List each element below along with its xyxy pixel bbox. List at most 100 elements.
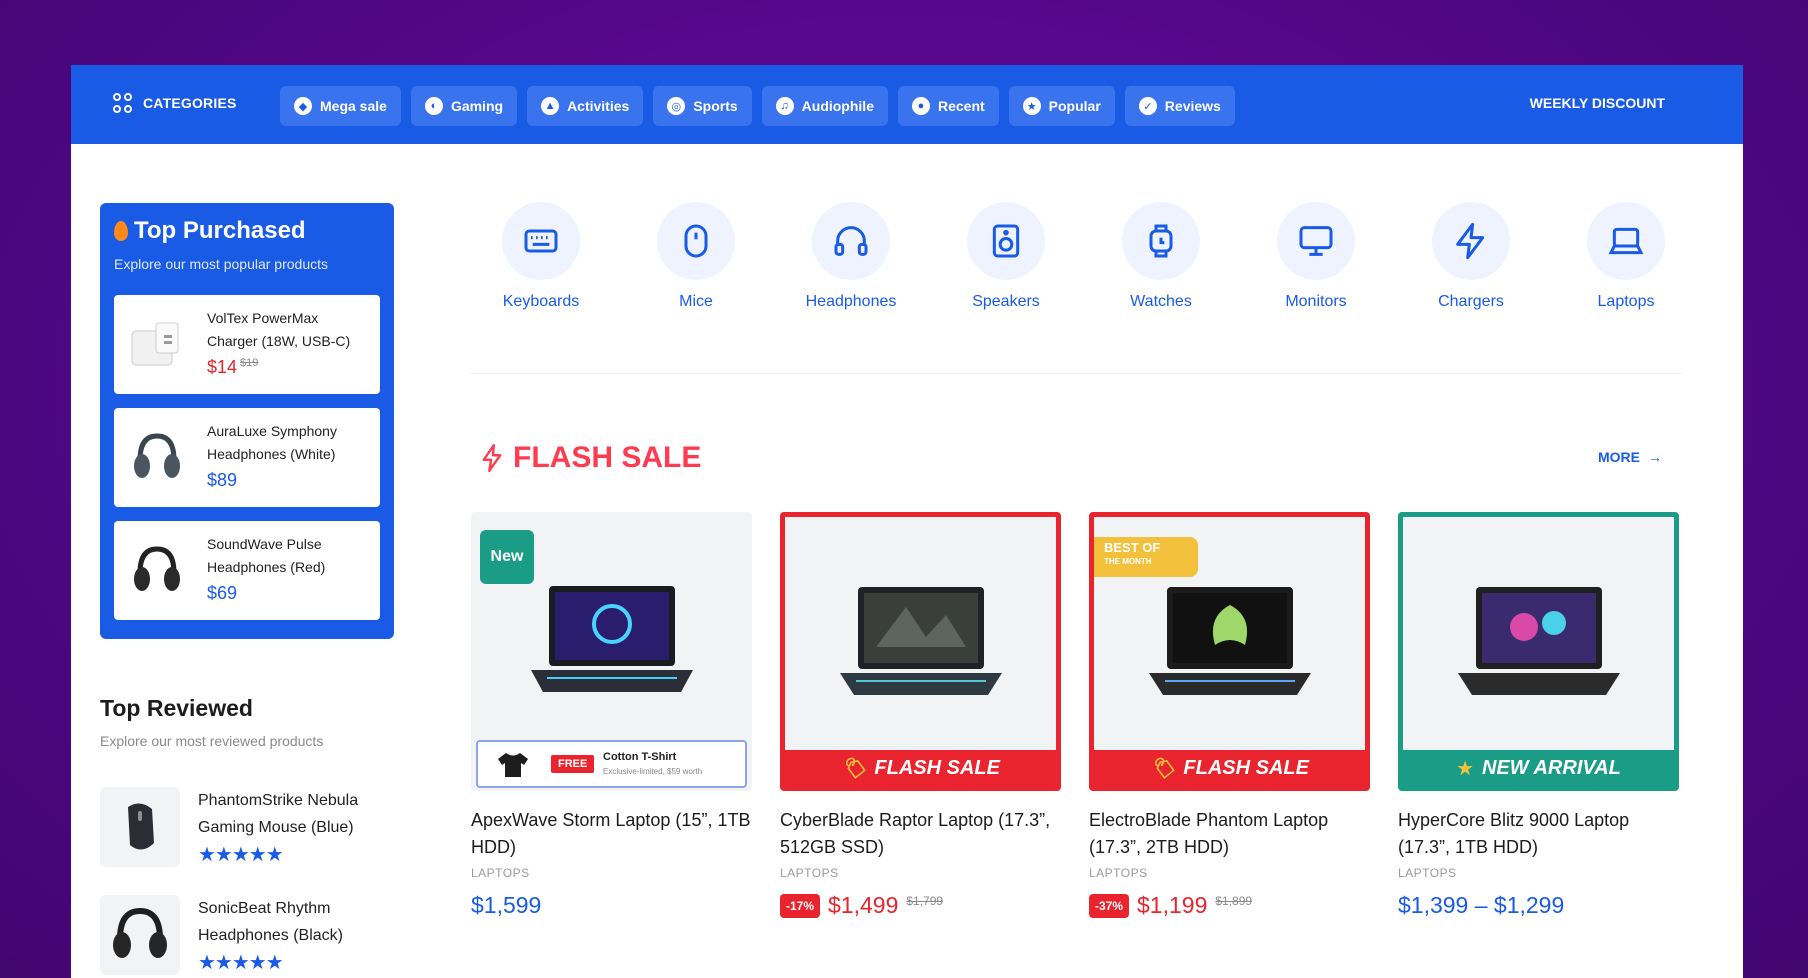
nav-pill-label: Sports: [693, 98, 738, 114]
sale-tag-icon: 🏷: [841, 757, 867, 780]
keyboard-icon: [502, 202, 580, 280]
product-card[interactable]: 🏷 FLASH SALE CyberBlade Raptor Laptop (1…: [780, 512, 1061, 919]
nav-pill-label: Activities: [567, 98, 630, 114]
product-category: LAPTOPS: [1089, 866, 1148, 880]
product-image-box: New FREE Cotton T-Shirt Exclusive-limite…: [471, 512, 752, 791]
category-headphones[interactable]: Headphones: [781, 202, 921, 311]
category-watches[interactable]: Watches: [1091, 202, 1231, 311]
arrow-right-icon: →: [1648, 449, 1662, 465]
categories-button[interactable]: CATEGORIES: [113, 93, 237, 113]
product-category: LAPTOPS: [1398, 866, 1457, 880]
product-price: $89: [207, 470, 238, 490]
laptop-product-image: [839, 587, 1002, 695]
category-mice[interactable]: Mice: [626, 202, 766, 311]
category-icons-row: Keyboards Mice Headphones Speakers Watch…: [471, 202, 1731, 322]
headphones-product-image: [134, 546, 180, 591]
product-name: ApexWave Storm Laptop (15”, 1TB HDD): [471, 810, 751, 857]
promo-title: Cotton T-Shirt: [603, 751, 677, 763]
popular-icon: ★: [1022, 97, 1041, 115]
product-price: $69: [207, 583, 238, 603]
activities-icon: ▲: [541, 97, 560, 115]
recent-icon: ●: [911, 97, 930, 115]
product-name: SonicBeat Rhythm Headphones (Black): [198, 900, 343, 944]
flash-sale-banner: 🏷 FLASH SALE: [1094, 750, 1365, 786]
new-arrival-banner: ★ NEW ARRIVAL: [1403, 750, 1674, 786]
charger-product-image: [131, 322, 179, 366]
categories-label: CATEGORIES: [143, 95, 237, 111]
product-image-box: BEST OF THE MONTH 🏷 FLASH SALE: [1089, 512, 1370, 791]
new-badge: New: [480, 530, 534, 584]
category-label: Monitors: [1285, 293, 1347, 310]
product-card[interactable]: BEST OF THE MONTH 🏷 FLASH SALE ElectroBl…: [1089, 512, 1370, 919]
top-navbar: CATEGORIES ◆ Mega sale ◐ Gaming ▲ Activitie…: [71, 65, 1743, 144]
laptop-product-image: [1457, 587, 1620, 695]
categories-grid-icon: [113, 93, 133, 113]
category-chargers[interactable]: Chargers: [1401, 202, 1541, 311]
category-laptops[interactable]: Laptops: [1556, 202, 1696, 311]
nav-pill-sports[interactable]: ◎ Sports: [653, 86, 752, 126]
nav-pill-reviews[interactable]: ✓ Reviews: [1124, 86, 1235, 126]
nav-pill-popular[interactable]: ★ Popular: [1008, 86, 1115, 126]
product-image-box: ★ NEW ARRIVAL: [1398, 512, 1679, 791]
monitor-icon: [1277, 202, 1355, 280]
nav-pill-mega-sale[interactable]: ◆ Mega sale: [280, 86, 401, 126]
top-reviewed-item[interactable]: PhantomStrike Nebula Gaming Mouse (Blue)…: [100, 787, 400, 867]
banner-text: FLASH SALE: [1183, 756, 1309, 779]
nav-pill-gaming[interactable]: ◐ Gaming: [410, 86, 518, 126]
product-image-box: 🏷 FLASH SALE: [780, 512, 1061, 791]
sports-icon: ◎: [667, 97, 686, 115]
top-purchased-title: Top Purchased: [114, 217, 306, 245]
weekly-discount-link[interactable]: WEEKLY DISCOUNT: [1530, 95, 1665, 111]
mouse-product-image: [100, 787, 180, 867]
tshirt-icon: [498, 753, 528, 777]
product-name: AuraLuxe Symphony Headphones (White): [207, 423, 337, 462]
category-keyboards[interactable]: Keyboards: [471, 202, 611, 311]
category-speakers[interactable]: Speakers: [936, 202, 1076, 311]
product-category: LAPTOPS: [780, 866, 839, 880]
nav-pill-audiophile[interactable]: ♫ Audiophile: [761, 86, 888, 126]
mega-sale-icon: ◆: [294, 97, 312, 115]
category-label: Keyboards: [502, 293, 580, 310]
discount-badge: -17%: [780, 893, 821, 918]
product-name: PhantomStrike Nebula Gaming Mouse (Blue): [198, 792, 359, 836]
product-category: LAPTOPS: [471, 866, 530, 880]
top-purchased-item[interactable]: SoundWave Pulse Headphones (Red) $69: [114, 521, 380, 620]
category-label: Speakers: [972, 293, 1040, 310]
banner-text: FLASH SALE: [874, 756, 1000, 779]
audiophile-icon: ♫: [775, 97, 794, 115]
product-name: SoundWave Pulse Headphones (Red): [207, 536, 326, 575]
category-label: Laptops: [1597, 293, 1655, 310]
category-monitors[interactable]: Monitors: [1246, 202, 1386, 311]
nav-pills: ◆ Mega sale ◐ Gaming ▲ Activities ◎ Sports ♫…: [280, 86, 1235, 126]
free-tag: FREE: [551, 755, 595, 773]
star-icon: ★: [1456, 757, 1475, 780]
price-value: $1,399 – $1,299: [1398, 892, 1565, 918]
product-price: $1,599: [471, 892, 752, 919]
speaker-icon: [967, 202, 1045, 280]
top-purchased-item[interactable]: AuraLuxe Symphony Headphones (White) $89: [114, 408, 380, 507]
top-reviewed-subtitle: Explore our most reviewed products: [100, 733, 324, 749]
nav-pill-label: Gaming: [450, 98, 504, 114]
price-value: $1,599: [471, 892, 542, 918]
product-price: -37% $1,199 $1,899: [1089, 892, 1370, 919]
headphones-product-image: [100, 895, 180, 975]
free-gift-promo[interactable]: FREE Cotton T-Shirt Exclusive-limited, $…: [476, 740, 747, 788]
laptop-product-image: [530, 586, 693, 692]
price-value: $1,199: [1137, 892, 1208, 918]
category-label: Headphones: [805, 293, 897, 310]
more-link[interactable]: MORE →: [1598, 449, 1662, 465]
sale-tag-icon: 🏷: [1150, 757, 1176, 780]
category-label: Watches: [1130, 293, 1192, 310]
flame-icon: [114, 221, 128, 241]
top-purchased-subtitle: Explore our most popular products: [114, 256, 328, 272]
gaming-icon: ◐: [424, 97, 443, 115]
product-card[interactable]: New FREE Cotton T-Shirt Exclusive-limite…: [471, 512, 752, 919]
nav-pill-activities[interactable]: ▲ Activities: [527, 86, 644, 126]
storefront-frame: CATEGORIES ◆ Mega sale ◐ Gaming ▲ Activitie…: [71, 65, 1743, 978]
top-purchased-item[interactable]: VolTex PowerMax Charger (18W, USB-C) $14…: [114, 295, 380, 394]
product-name: VolTex PowerMax Charger (18W, USB-C): [207, 310, 351, 349]
product-card[interactable]: ★ NEW ARRIVAL HyperCore Blitz 9000 Lapto…: [1398, 512, 1679, 919]
headphones-icon: [812, 202, 890, 280]
nav-pill-recent[interactable]: ● Recent: [897, 86, 999, 126]
top-reviewed-item[interactable]: SonicBeat Rhythm Headphones (Black) ★★★★…: [100, 895, 400, 975]
